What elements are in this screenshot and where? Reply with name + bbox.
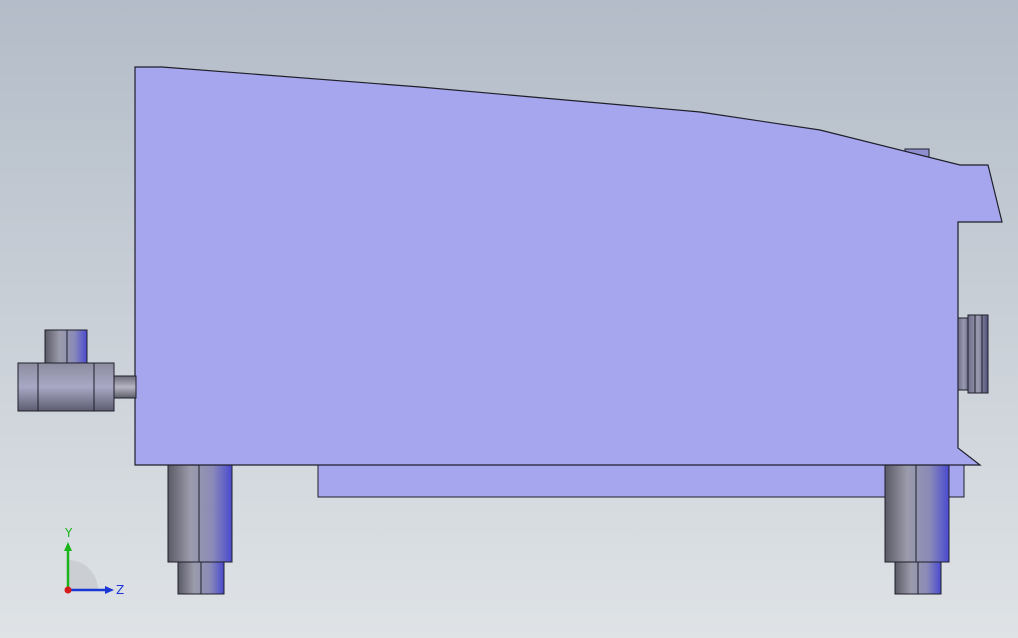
orientation-triad: Y Z [64,526,124,597]
cad-graphics-area[interactable]: Y Z [0,0,1018,638]
y-axis-label: Y [64,526,73,540]
leg-left[interactable] [167,461,233,595]
model-side-view[interactable] [0,0,1018,638]
y-axis-arrowhead [64,542,72,551]
x-axis-dot [64,586,72,594]
leg-right[interactable] [884,461,950,595]
z-axis-arrowhead [105,586,114,594]
bottom-tray[interactable] [317,462,965,498]
control-knob[interactable] [957,314,989,394]
triad-plane [68,560,98,590]
z-axis-label: Z [116,583,124,597]
